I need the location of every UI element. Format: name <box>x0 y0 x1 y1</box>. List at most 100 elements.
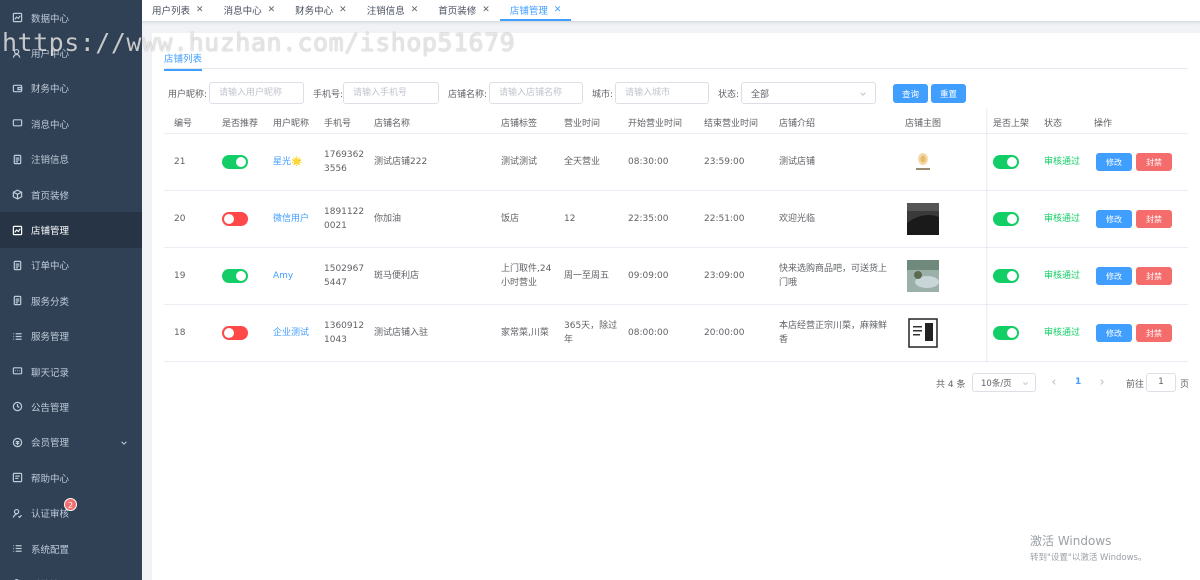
tab-2[interactable]: 财务中心 ✕ <box>285 1 357 21</box>
sidebar-item-label: 系统配置 <box>31 544 70 556</box>
phone-input[interactable] <box>343 82 439 104</box>
recommend-toggle[interactable] <box>222 326 248 340</box>
close-icon[interactable]: ✕ <box>554 5 562 15</box>
listed-toggle[interactable] <box>993 155 1019 169</box>
sidebar-item-14[interactable]: 认证审核 2 <box>0 495 142 530</box>
sidebar-item-1[interactable]: 用户中心 <box>0 35 142 70</box>
tab-5[interactable]: 店铺管理 ✕ <box>499 1 572 21</box>
status-label: 状态: <box>718 90 740 100</box>
city-input[interactable] <box>615 82 709 104</box>
product-photo-thumbnail[interactable] <box>907 317 939 349</box>
sidebar-item-4[interactable]: 注销信息 <box>0 142 142 177</box>
shop-intro-line-1: 快来选购商品吧，可送货上 <box>779 264 888 274</box>
sidebar-item-7[interactable]: 订单中心 <box>0 248 142 283</box>
goto-page-input[interactable]: 1 <box>1146 373 1176 392</box>
ban-button[interactable]: 封禁 <box>1136 210 1172 228</box>
user-nickname[interactable]: 企业测试 <box>273 326 309 340</box>
sidebar-item-0[interactable]: 数据中心 <box>0 0 142 35</box>
page-size-select[interactable]: 10条/页 <box>972 373 1036 392</box>
end-time: 22:51:00 <box>704 214 745 224</box>
sidebar-item-label: 会员管理 <box>31 438 70 450</box>
edit-button[interactable]: 修改 <box>1096 267 1132 285</box>
toggle-knob <box>224 328 234 338</box>
sidebar-item-3[interactable]: 消息中心 <box>0 106 142 141</box>
tab-4[interactable]: 首页装修 ✕ <box>428 1 500 21</box>
message-icon <box>12 118 23 129</box>
sidebar-item-5[interactable]: 首页装修 <box>0 177 142 212</box>
recommend-toggle[interactable] <box>222 155 248 169</box>
close-icon[interactable]: ✕ <box>268 5 276 15</box>
tab-3[interactable]: 注销信息 ✕ <box>357 1 429 21</box>
sidebar-item-10[interactable]: 聊天记录 <box>0 354 142 389</box>
shop-intro-line-2: 门哦 <box>779 278 798 288</box>
sidebar-item-11[interactable]: 公告管理 <box>0 389 142 424</box>
shop-name-input[interactable] <box>489 82 583 104</box>
shop-tags-line-1: 测试测试 <box>501 157 538 167</box>
phone-number: 1502967 5447 <box>324 262 364 290</box>
list-icon <box>12 331 23 342</box>
status-select[interactable]: 全部 <box>741 82 876 104</box>
sidebar-item-15[interactable]: 系统配置 <box>0 531 142 566</box>
ban-button[interactable]: 封禁 <box>1136 267 1172 285</box>
tab-label: 财务中心 <box>295 6 334 17</box>
sidebar-item-6[interactable]: 店铺管理 <box>0 212 142 248</box>
current-page-number[interactable]: 1 <box>1075 377 1081 387</box>
close-icon[interactable]: ✕ <box>482 5 490 15</box>
sidebar-item-label: 服务分类 <box>31 296 70 308</box>
landscape-photo-thumbnail[interactable] <box>907 260 939 292</box>
close-icon[interactable]: ✕ <box>196 5 204 15</box>
subtab-shop-list[interactable]: 店铺列表 <box>164 51 203 71</box>
tab-0[interactable]: 用户列表 ✕ <box>142 1 214 21</box>
next-page-icon[interactable] <box>1098 378 1106 389</box>
document-icon <box>12 260 23 271</box>
user-nickname[interactable]: 星光🌟 <box>273 155 302 169</box>
nickname-input[interactable] <box>209 82 304 104</box>
notification-badge: 2 <box>64 498 78 512</box>
listed-toggle[interactable] <box>993 212 1019 226</box>
sidebar-item-8[interactable]: 服务分类 <box>0 283 142 318</box>
recommend-toggle[interactable] <box>222 212 248 226</box>
user-nickname[interactable]: Amy <box>273 269 293 283</box>
edit-button[interactable]: 修改 <box>1096 324 1132 342</box>
sidebar-item-13[interactable]: 帮助中心 <box>0 460 142 495</box>
shop-id: 20 <box>174 214 186 224</box>
listed-toggle[interactable] <box>993 269 1019 283</box>
sidebar-item-label: 财务中心 <box>31 84 70 96</box>
sidebar-item-2[interactable]: 财务中心 <box>0 71 142 106</box>
dark-photo-thumbnail[interactable] <box>907 203 939 235</box>
reset-button[interactable]: 重置 <box>931 84 966 103</box>
column-header: 手机号 <box>324 119 352 129</box>
toggle-knob <box>1007 157 1017 167</box>
shop-tags: 测试测试 <box>501 155 537 169</box>
shop-tags-line-1: 饭店 <box>501 214 520 224</box>
edit-button[interactable]: 修改 <box>1096 210 1132 228</box>
phone-number: 1891122 0021 <box>324 205 364 233</box>
sidebar-item-16[interactable]: 系统管理 <box>0 566 142 580</box>
phone-line-1: 1891122 <box>324 207 365 217</box>
business-hours: 周一至周五 <box>564 269 609 283</box>
logo-thumbnail[interactable] <box>907 146 939 178</box>
filter-bar: 用户昵称: 手机号: 店铺名称: 城市: 状态: 全部 查询 重置 <box>168 82 1188 104</box>
listed-toggle[interactable] <box>993 326 1019 340</box>
sidebar-item-9[interactable]: 服务管理 <box>0 319 142 354</box>
column-header: 用户昵称 <box>273 119 310 129</box>
search-button[interactable]: 查询 <box>893 84 928 103</box>
shop-name: 斑马便利店 <box>374 271 420 281</box>
tab-1[interactable]: 消息中心 ✕ <box>214 1 286 21</box>
prev-page-icon[interactable] <box>1050 378 1058 389</box>
business-hours: 12 <box>564 212 575 226</box>
nickname-text: 星光 <box>273 157 292 167</box>
edit-button[interactable]: 修改 <box>1096 153 1132 171</box>
ban-button[interactable]: 封禁 <box>1136 324 1172 342</box>
close-icon[interactable]: ✕ <box>339 5 347 15</box>
phone-line-2: 1043 <box>324 335 347 345</box>
user-nickname[interactable]: 微信用户 <box>273 212 309 226</box>
shop-intro: 快来选购商品吧，可送货上 门哦 <box>779 262 887 290</box>
ban-button[interactable]: 封禁 <box>1136 153 1172 171</box>
close-icon[interactable]: ✕ <box>411 5 419 15</box>
recommend-toggle[interactable] <box>222 269 248 283</box>
sidebar-item-12[interactable]: 会员管理 <box>0 425 142 460</box>
phone-line-1: 1502967 <box>324 264 365 274</box>
nickname-emoji: 🌟 <box>291 157 303 167</box>
nickname-text: 企业测试 <box>273 328 310 338</box>
